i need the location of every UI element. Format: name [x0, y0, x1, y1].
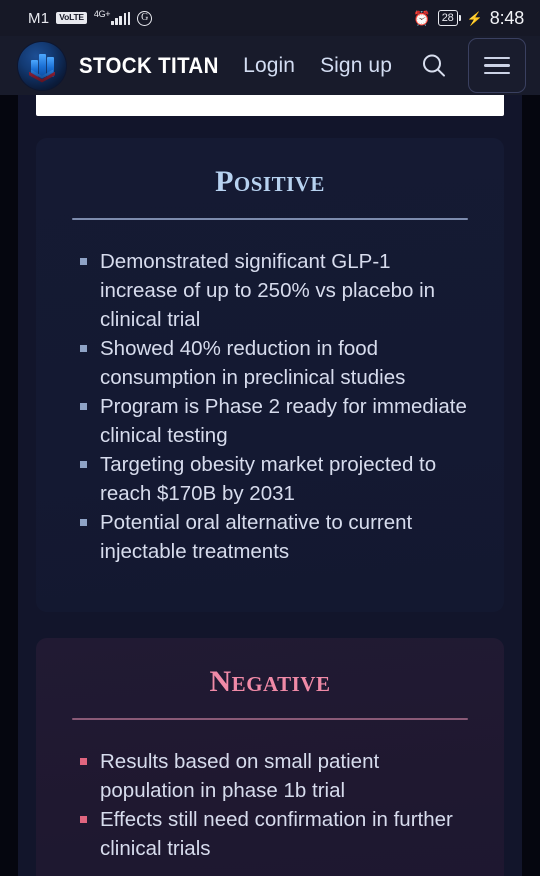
brand-home-link[interactable]: STOCK TITAN: [18, 41, 229, 90]
search-button[interactable]: [418, 50, 450, 82]
hamburger-menu-button[interactable]: [468, 38, 526, 93]
status-bar-right: ⏰ 28 ⚡ 8:48: [413, 8, 524, 29]
google-icon: G: [137, 10, 153, 26]
battery-level-label: 28: [441, 11, 454, 24]
login-link[interactable]: Login: [243, 54, 295, 78]
status-bar-left: M1 VoLTE 4G+ G: [28, 8, 153, 27]
hamburger-line: [484, 71, 510, 75]
positive-bullet-list: Demonstrated significant GLP-1 increase …: [78, 247, 470, 566]
list-item: Effects still need confirmation in furth…: [78, 805, 470, 863]
alarm-clock-icon: ⏰: [413, 10, 431, 26]
battery-indicator: 28: [437, 10, 461, 26]
list-item: Program is Phase 2 ready for immediate c…: [78, 392, 470, 450]
negative-card-divider: [72, 718, 468, 720]
list-item: Targeting obesity market projected to re…: [78, 450, 470, 508]
negative-card: Negative Results based on small patient …: [36, 638, 504, 876]
list-item: Results based on small patient populatio…: [78, 747, 470, 805]
signal-bars-icon: [111, 11, 131, 25]
hamburger-line: [484, 64, 510, 67]
positive-card-divider: [72, 218, 468, 220]
list-item: Showed 40% reduction in food consumption…: [78, 334, 470, 392]
clock-time-label: 8:48: [489, 7, 524, 28]
carrier-label: M1: [28, 9, 50, 27]
negative-bullet-list: Results based on small patient populatio…: [78, 747, 470, 863]
list-item: Potential oral alternative to current in…: [78, 508, 470, 566]
app-window: Positive Demonstrated significant GLP-1 …: [0, 0, 540, 876]
content-column: Positive Demonstrated significant GLP-1 …: [18, 0, 522, 876]
site-header: STOCK TITAN Login Sign up: [0, 36, 540, 95]
brand-name-label: STOCK TITAN: [79, 52, 219, 78]
signal-strength-indicator: 4G+: [93, 8, 131, 25]
list-item: Demonstrated significant GLP-1 increase …: [78, 247, 470, 334]
battery-icon: 28: [437, 10, 458, 26]
hamburger-line: [484, 56, 510, 60]
left-screen-edge: [0, 0, 18, 876]
positive-card: Positive Demonstrated significant GLP-1 …: [36, 138, 504, 612]
positive-card-title: Positive: [215, 165, 325, 198]
search-icon: [423, 54, 445, 77]
status-bar: M1 VoLTE 4G+ G ⏰ 28 ⚡ 8:48: [0, 0, 540, 36]
header-nav: Login Sign up: [243, 54, 392, 78]
lightning-bolt-icon: ⚡: [466, 10, 483, 26]
network-type-label: 4G+: [93, 8, 111, 19]
page-background: Positive Demonstrated significant GLP-1 …: [0, 0, 540, 876]
battery-tip: [458, 15, 461, 21]
negative-card-title: Negative: [209, 665, 331, 698]
stock-titan-logo-icon: [18, 41, 66, 90]
volte-badge: VoLTE: [56, 12, 87, 24]
right-screen-edge: [522, 0, 540, 876]
signup-link[interactable]: Sign up: [320, 54, 392, 78]
